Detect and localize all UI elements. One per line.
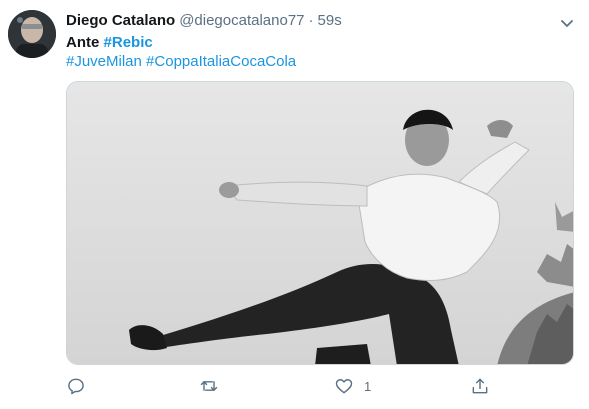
tweet-photo[interactable] (66, 81, 574, 365)
avatar[interactable] (8, 10, 56, 58)
tweet-text-line-1: Ante #Rebic (66, 34, 153, 51)
tweet-actions: 1 (66, 374, 574, 398)
photo-image (67, 82, 573, 364)
author-name[interactable]: Diego Catalano (66, 12, 175, 29)
hashtag-link[interactable]: #JuveMilan (66, 53, 142, 70)
timestamp[interactable]: 59s (318, 12, 342, 29)
like-button[interactable]: 1 (334, 374, 371, 398)
author-handle[interactable]: @diegocatalano77 (179, 12, 304, 29)
reply-button[interactable] (66, 374, 86, 398)
chevron-down-icon (561, 20, 573, 27)
like-count: 1 (364, 378, 372, 394)
tweet-header: Diego Catalano @diegocatalano77 · 59s (66, 12, 342, 32)
hashtag-link[interactable]: #Rebic (104, 34, 153, 51)
share-icon (472, 378, 488, 394)
reply-icon (68, 378, 84, 395)
tweet-text-line-2: #JuveMilan #CoppaItaliaCocaCola (66, 53, 296, 70)
tweet-text: Ante (66, 34, 100, 51)
avatar-image (8, 10, 56, 58)
retweet-button[interactable] (199, 374, 219, 398)
tweet-card[interactable]: Diego Catalano @diegocatalano77 · 59s Ante … (0, 0, 589, 409)
separator-dot: · (308, 12, 314, 29)
retweet-icon (200, 381, 218, 391)
heart-icon (335, 379, 353, 394)
hashtag-link[interactable]: #CoppaItaliaCocaCola (146, 53, 296, 70)
more-options-button[interactable] (556, 12, 578, 34)
share-button[interactable] (470, 374, 490, 398)
